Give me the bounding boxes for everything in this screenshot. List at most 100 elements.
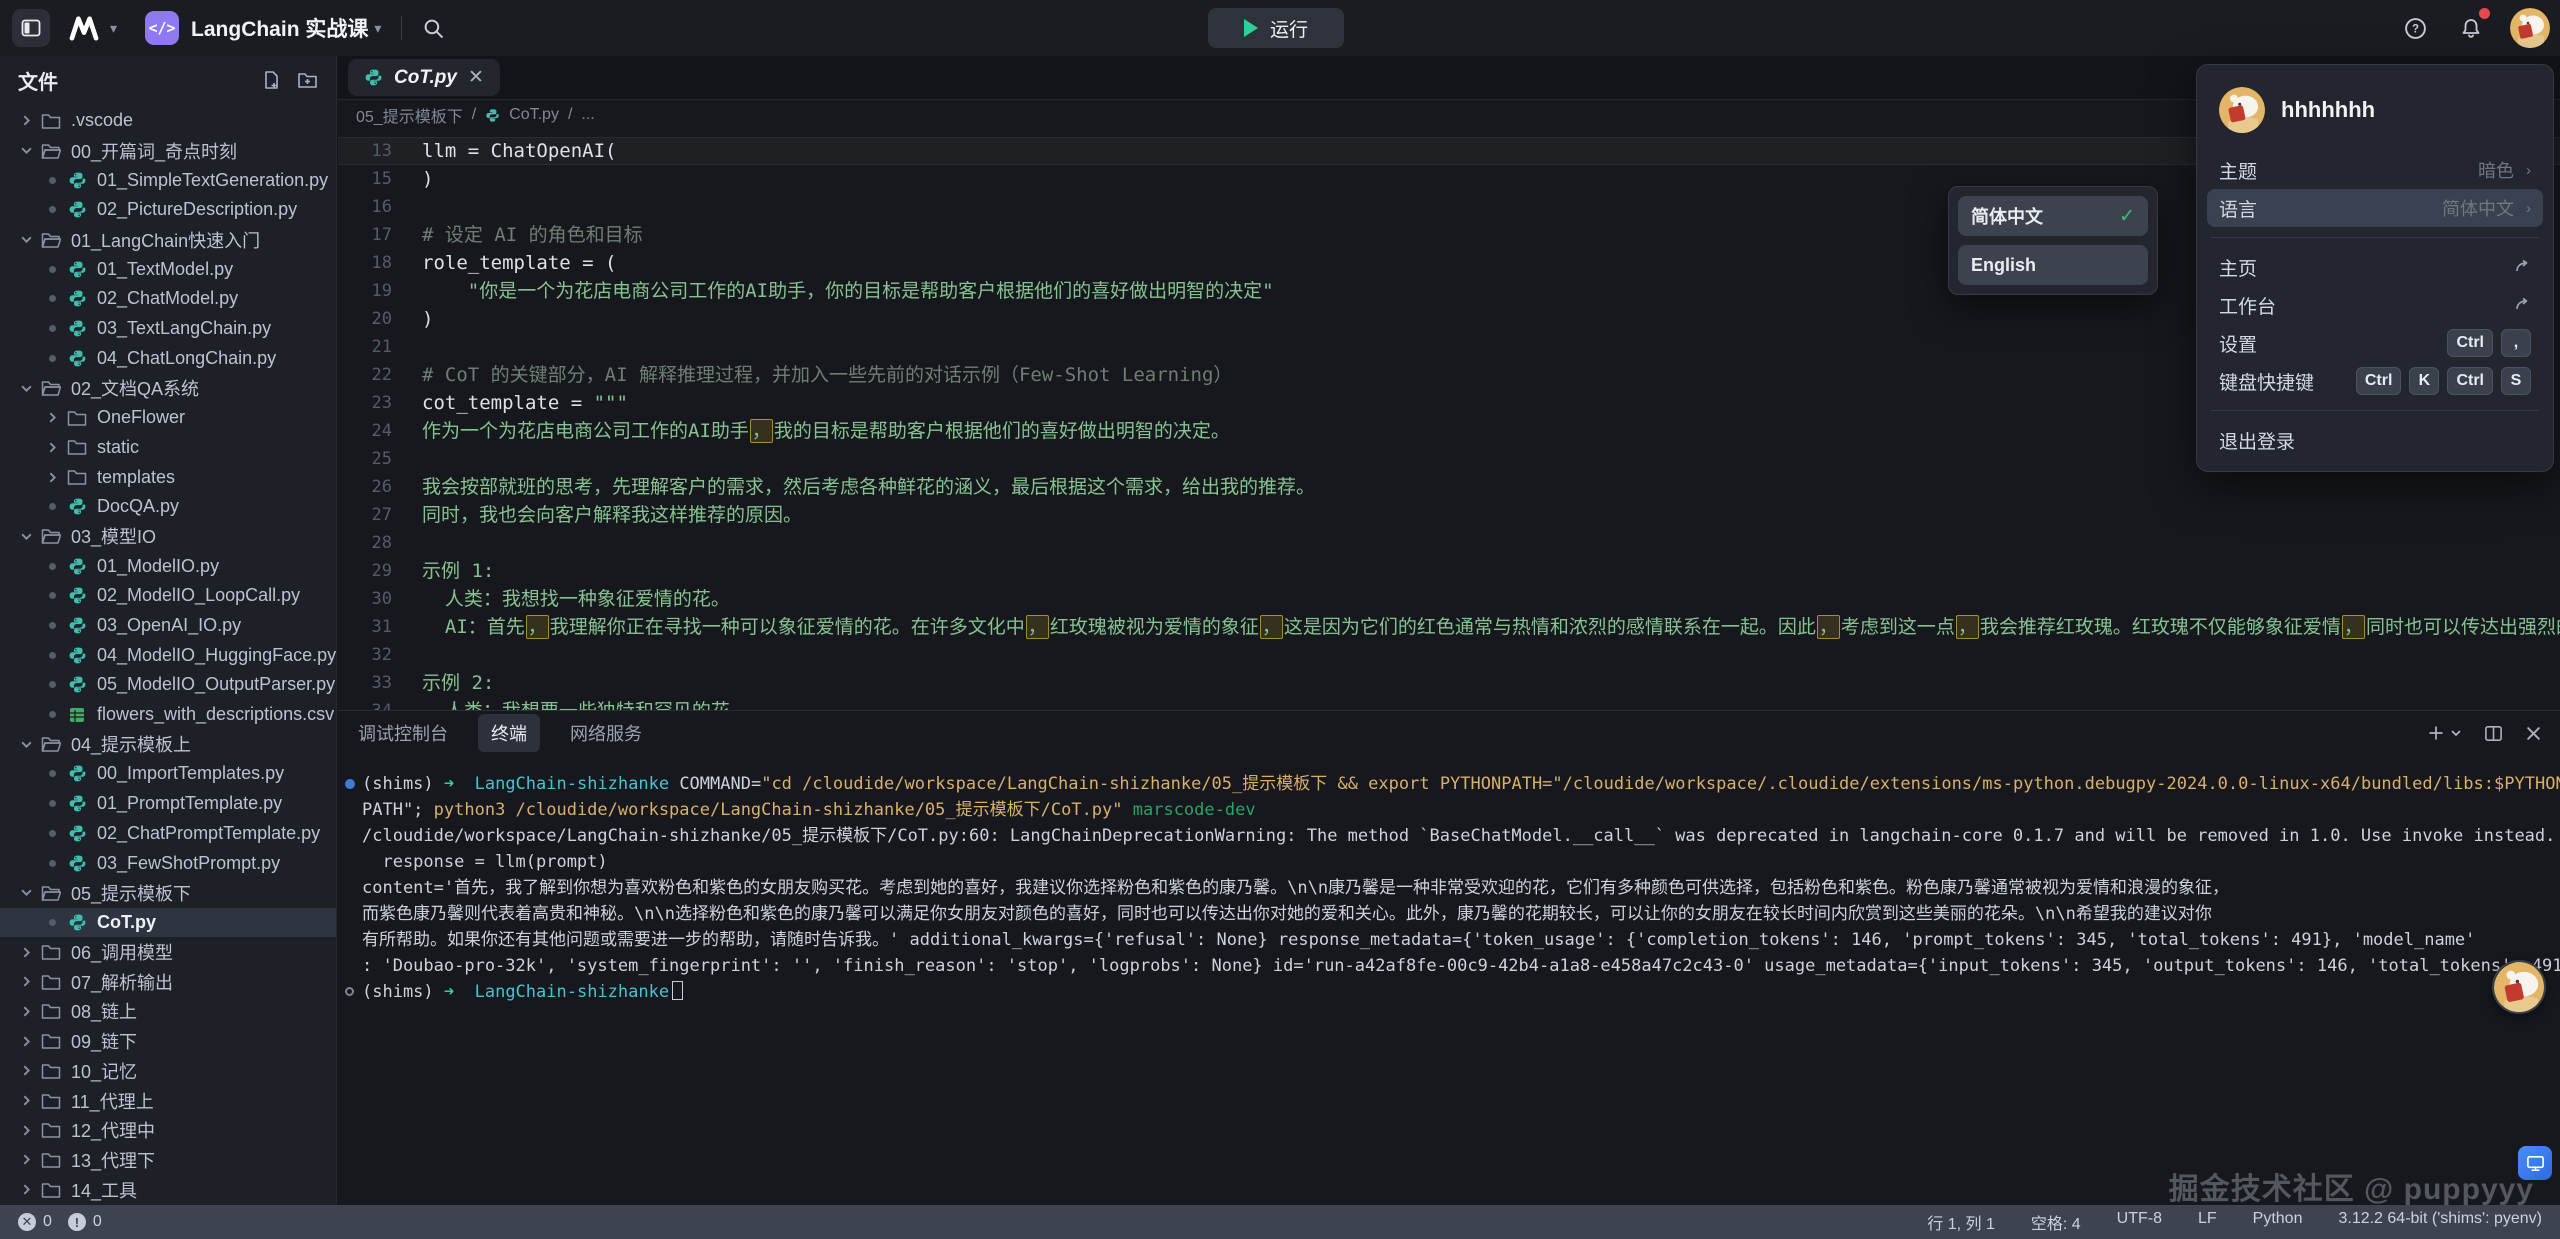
chevron-down-icon[interactable] — [16, 233, 36, 246]
breadcrumb-more[interactable]: ... — [581, 106, 594, 124]
explorer-title: 文件 — [18, 66, 58, 95]
menu-item-workbench[interactable]: 工作台 — [2207, 286, 2543, 324]
tab-terminal[interactable]: 终端 — [478, 714, 540, 752]
tree-folder-item[interactable]: 10_记忆 — [0, 1056, 336, 1086]
chevron-down-icon[interactable] — [16, 382, 36, 395]
close-panel-icon[interactable] — [2525, 725, 2542, 742]
notifications-button[interactable] — [2454, 11, 2488, 45]
run-button[interactable]: 运行 — [1208, 8, 1344, 48]
chevron-down-icon[interactable] — [16, 738, 36, 751]
chevron-right-icon[interactable] — [16, 1005, 36, 1018]
new-folder-icon[interactable] — [297, 70, 318, 90]
tree-folder-item[interactable]: .vscode — [0, 106, 336, 136]
tree-folder-item[interactable]: 12_代理中 — [0, 1115, 336, 1145]
tree-folder-item[interactable]: 14_工具 — [0, 1175, 336, 1205]
chevron-down-icon[interactable] — [16, 530, 36, 543]
chevron-right-icon[interactable] — [42, 471, 62, 484]
tab-close-icon[interactable]: ✕ — [468, 66, 484, 89]
tree-folder-item[interactable]: OneFlower — [0, 403, 336, 433]
tree-folder-item[interactable]: 02_文档QA系统 — [0, 373, 336, 403]
language-option-item[interactable]: English — [1958, 245, 2148, 285]
chevron-right-icon[interactable] — [42, 411, 62, 424]
tree-file-item[interactable]: CoT.py — [0, 908, 336, 938]
tree-folder-item[interactable]: static — [0, 433, 336, 463]
project-title[interactable]: LangChain 实战课 — [191, 13, 368, 43]
errors-badge[interactable]: ✕ 0 — [18, 1213, 52, 1231]
tree-folder-item[interactable]: 04_提示模板上 — [0, 729, 336, 759]
tree-folder-item[interactable]: 03_模型IO — [0, 522, 336, 552]
marscode-logo[interactable] — [64, 11, 104, 45]
tree-file-item[interactable]: 02_ModelIO_LoopCall.py — [0, 581, 336, 611]
chevron-down-icon[interactable] — [16, 144, 36, 157]
tree-folder-item[interactable]: 00_开篇词_奇点时刻 — [0, 136, 336, 166]
chevron-right-icon[interactable] — [16, 946, 36, 959]
search-button[interactable] — [416, 11, 450, 45]
chevron-right-icon[interactable] — [16, 1035, 36, 1048]
tree-file-item[interactable]: 01_TextModel.py — [0, 254, 336, 284]
split-panel-icon[interactable] — [2484, 724, 2503, 743]
tree-file-item[interactable]: DocQA.py — [0, 492, 336, 522]
chevron-down-icon[interactable] — [16, 886, 36, 899]
tree-folder-item[interactable]: 08_链上 — [0, 997, 336, 1027]
tree-file-item[interactable]: 03_TextLangChain.py — [0, 314, 336, 344]
chevron-right-icon[interactable] — [16, 1094, 36, 1107]
chevron-down-icon[interactable]: ▾ — [110, 20, 117, 37]
tree-folder-item[interactable]: templates — [0, 462, 336, 492]
status-item[interactable]: 行 1, 列 1 — [1927, 1210, 1995, 1234]
chevron-right-icon[interactable] — [16, 1183, 36, 1196]
tree-file-item[interactable]: 05_ModelIO_OutputParser.py — [0, 670, 336, 700]
tree-folder-item[interactable]: 05_提示模板下 — [0, 878, 336, 908]
tree-folder-item[interactable]: 11_代理上 — [0, 1086, 336, 1116]
tree-file-item[interactable]: 00_ImportTemplates.py — [0, 759, 336, 789]
tab-debug-console[interactable]: 调试控制台 — [356, 714, 450, 752]
status-item[interactable]: 空格: 4 — [2031, 1210, 2081, 1234]
menu-item-shortcuts[interactable]: 键盘快捷键 CtrlKCtrlS — [2207, 362, 2543, 400]
tree-folder-item[interactable]: 09_链下 — [0, 1026, 336, 1056]
status-item[interactable]: Python — [2253, 1210, 2303, 1234]
tree-file-item[interactable]: 01_ModelIO.py — [0, 551, 336, 581]
menu-item-settings[interactable]: 设置 Ctrl, — [2207, 324, 2543, 362]
chevron-down-icon[interactable]: ▾ — [374, 20, 381, 37]
user-avatar[interactable] — [2510, 8, 2550, 48]
sidebar-toggle-button[interactable] — [12, 9, 50, 47]
tab-network-service[interactable]: 网络服务 — [568, 714, 644, 752]
help-button[interactable]: ? — [2398, 11, 2432, 45]
menu-item-theme[interactable]: 主题 暗色 › — [2207, 151, 2543, 189]
floating-avatar-button[interactable] — [2492, 960, 2546, 1014]
status-item[interactable]: LF — [2198, 1210, 2217, 1234]
breadcrumb-folder[interactable]: 05_提示模板下 — [356, 103, 463, 127]
language-option-selected[interactable]: 简体中文✓ — [1958, 196, 2148, 236]
chevron-right-icon[interactable] — [16, 1064, 36, 1077]
warnings-badge[interactable]: ! 0 — [68, 1213, 102, 1231]
tree-file-item[interactable]: 01_SimpleTextGeneration.py — [0, 165, 336, 195]
tab-cot-py[interactable]: CoT.py ✕ — [348, 59, 500, 96]
tree-file-item[interactable]: 01_PromptTemplate.py — [0, 789, 336, 819]
breadcrumb-file[interactable]: CoT.py — [509, 106, 559, 124]
tree-file-item[interactable]: flowers_with_descriptions.csv — [0, 700, 336, 730]
status-item[interactable]: UTF-8 — [2117, 1210, 2162, 1234]
tree-file-item[interactable]: 02_ChatModel.py — [0, 284, 336, 314]
menu-item-home[interactable]: 主页 — [2207, 248, 2543, 286]
status-item[interactable]: 3.12.2 64-bit ('shims': pyenv) — [2338, 1210, 2542, 1234]
chevron-right-icon[interactable] — [16, 114, 36, 127]
tree-file-item[interactable]: 02_ChatPromptTemplate.py — [0, 819, 336, 849]
menu-item-logout[interactable]: 退出登录 — [2207, 421, 2543, 459]
tree-folder-item[interactable]: 06_调用模型 — [0, 937, 336, 967]
new-terminal-button[interactable] — [2427, 724, 2462, 742]
chevron-right-icon[interactable] — [42, 441, 62, 454]
new-file-icon[interactable] — [261, 70, 281, 90]
tree-file-item[interactable]: 04_ModelIO_HuggingFace.py — [0, 640, 336, 670]
menu-item-language[interactable]: 语言 简体中文 › — [2207, 189, 2543, 227]
tree-file-item[interactable]: 03_OpenAI_IO.py — [0, 611, 336, 641]
chevron-right-icon[interactable] — [16, 1124, 36, 1137]
tree-file-item[interactable]: 04_ChatLongChain.py — [0, 344, 336, 374]
tree-folder-item[interactable]: 13_代理下 — [0, 1145, 336, 1175]
chevron-right-icon[interactable] — [16, 1153, 36, 1166]
tree-folder-item[interactable]: 01_LangChain快速入门 — [0, 225, 336, 255]
tree-file-item[interactable]: 02_PictureDescription.py — [0, 195, 336, 225]
terminal-output[interactable]: (shims) ➜ LangChain-shizhanke COMMAND="c… — [338, 755, 2560, 1205]
remote-screen-button[interactable] — [2518, 1146, 2552, 1180]
chevron-right-icon[interactable] — [16, 975, 36, 988]
tree-file-item[interactable]: 03_FewShotPrompt.py — [0, 848, 336, 878]
tree-folder-item[interactable]: 07_解析输出 — [0, 967, 336, 997]
